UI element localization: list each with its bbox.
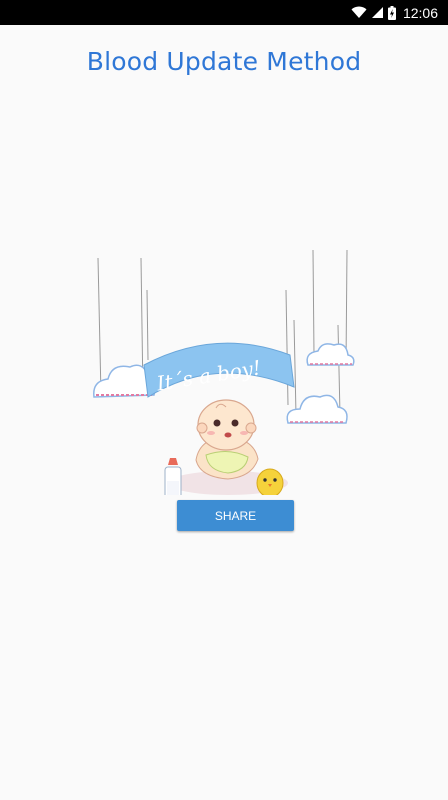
status-bar: 12:06 (0, 0, 448, 25)
status-icons: 12:06 (351, 0, 438, 25)
banner-its-a-boy: It´s a boy! (143, 342, 295, 398)
status-time: 12:06 (402, 4, 438, 21)
baby-boy-illustration: It´s a boy! (93, 249, 355, 495)
baby (195, 399, 259, 480)
baby-bottle (164, 458, 182, 495)
page-title: Blood Update Method (86, 47, 362, 76)
chick (256, 468, 284, 495)
main-screen: Blood Update Method It´s a boy! SHARE (0, 25, 448, 800)
signal-icon (371, 7, 383, 18)
share-button[interactable]: SHARE (177, 500, 294, 531)
wifi-icon (351, 6, 367, 18)
battery-charging-icon (387, 5, 396, 20)
